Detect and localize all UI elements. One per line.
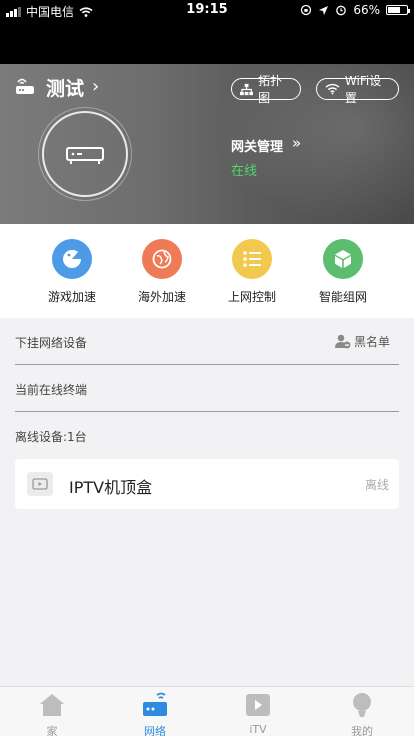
tab-label: 我的 — [351, 725, 373, 736]
topology-button[interactable]: 拓扑图 — [231, 74, 301, 105]
gateway-status: 在线 — [231, 164, 258, 179]
blacklist-label: 黑名单 — [353, 335, 390, 349]
network-name[interactable]: 测试 — [46, 74, 84, 101]
offline-devices-label: 离线设备:1台 — [15, 430, 87, 444]
network-header: 测试 › 拓扑图 WiFi设置 网关管理 » 在线 — [0, 64, 414, 224]
online-terminals-label: 当前在线终端 — [15, 383, 88, 397]
battery-icon — [386, 5, 410, 15]
profile-icon — [332, 691, 392, 719]
tab-home[interactable]: 家 — [22, 691, 82, 736]
battery-percent: 66% — [353, 3, 380, 17]
home-icon — [22, 691, 82, 719]
orientation-lock-icon — [301, 4, 312, 16]
blacklist-button[interactable]: 黑名单 — [334, 333, 390, 350]
tab-network[interactable]: 网络 — [125, 691, 185, 736]
tv-box-icon — [27, 472, 53, 496]
device-name: IPTV机顶盒 — [69, 478, 153, 497]
quick-actions: 游戏加速 海外加速 上网控制 智能组网 — [0, 224, 414, 318]
internet-control-button[interactable]: 上网控制 — [212, 239, 292, 305]
user-blocked-icon — [334, 334, 351, 349]
cube-icon — [323, 239, 363, 279]
game-icon — [52, 239, 92, 279]
tv-play-icon — [228, 691, 288, 719]
router-icon — [16, 78, 34, 94]
control-list-icon — [232, 239, 272, 279]
attached-devices-label: 下挂网络设备 — [15, 336, 88, 350]
tab-label: 网络 — [144, 725, 166, 736]
status-bar: 中国电信 19:15 66% — [0, 0, 414, 20]
status-right: 66% — [300, 3, 410, 17]
wifi-settings-button[interactable]: WiFi设置 — [316, 74, 399, 105]
overseas-acceleration-button[interactable]: 海外加速 — [122, 239, 202, 305]
chevron-right-icon[interactable]: › — [92, 76, 99, 97]
game-acceleration-button[interactable]: 游戏加速 — [32, 239, 112, 305]
alarm-icon — [336, 5, 347, 16]
quick-action-label: 智能组网 — [318, 290, 367, 304]
tab-label: iTV — [249, 723, 267, 736]
gateway-router-icon — [66, 147, 104, 164]
wifi-settings-label: WiFi设置 — [344, 74, 382, 105]
double-chevron-right-icon[interactable]: » — [292, 134, 301, 152]
tab-label: 家 — [46, 725, 58, 736]
divider — [15, 411, 399, 412]
wifi-icon — [325, 83, 340, 95]
nav-bar — [0, 20, 414, 64]
tab-bar: 家 网络 iTV 我的 — [0, 686, 414, 736]
smart-networking-button[interactable]: 智能组网 — [303, 239, 383, 305]
quick-action-label: 上网控制 — [227, 290, 276, 304]
quick-action-label: 游戏加速 — [47, 290, 96, 304]
gateway-management-link[interactable]: 网关管理 — [231, 136, 283, 155]
quick-action-label: 海外加速 — [137, 290, 186, 304]
device-status: 离线 — [364, 478, 389, 492]
topology-icon — [240, 83, 254, 95]
divider — [15, 364, 399, 365]
location-icon — [319, 5, 329, 15]
battery-fill — [388, 7, 400, 13]
gateway-device-button[interactable] — [42, 111, 128, 197]
tab-itv[interactable]: iTV — [228, 691, 288, 736]
tab-profile[interactable]: 我的 — [332, 691, 392, 736]
network-router-icon — [125, 691, 185, 719]
list-item[interactable]: IPTV机顶盒 离线 — [15, 459, 399, 509]
topology-label: 拓扑图 — [258, 74, 283, 105]
globe-icon — [142, 239, 182, 279]
